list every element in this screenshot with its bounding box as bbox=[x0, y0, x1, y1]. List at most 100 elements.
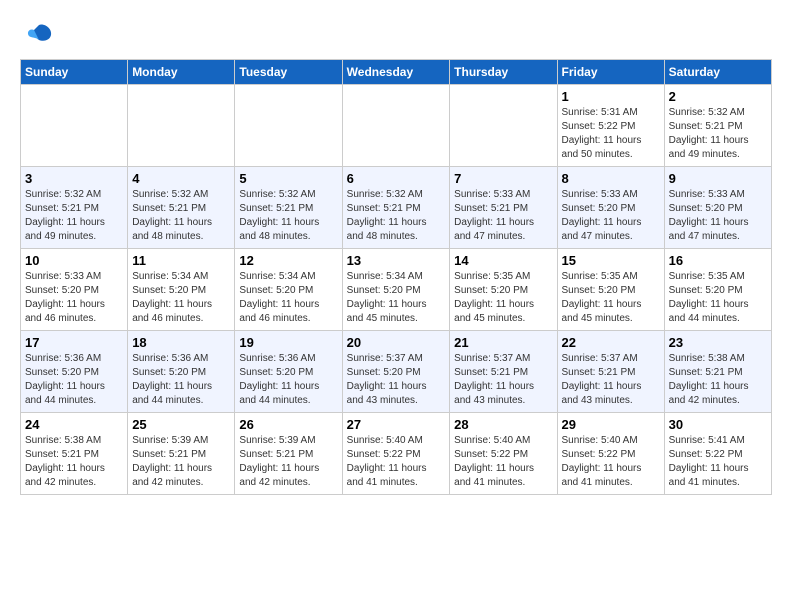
day-number: 21 bbox=[454, 335, 552, 350]
day-info: Sunrise: 5:35 AM Sunset: 5:20 PM Dayligh… bbox=[454, 270, 552, 326]
table-row: 8 Sunrise: 5:33 AM Sunset: 5:20 PM Daylig… bbox=[557, 167, 664, 249]
day-number: 2 bbox=[669, 89, 767, 104]
logo-line1 bbox=[20, 20, 54, 55]
table-row: 15 Sunrise: 5:35 AM Sunset: 5:20 PM Dayli… bbox=[557, 249, 664, 331]
table-row: 30 Sunrise: 5:41 AM Sunset: 5:22 PM Dayli… bbox=[664, 413, 771, 495]
table-row: 2 Sunrise: 5:32 AM Sunset: 5:21 PM Daylig… bbox=[664, 85, 771, 167]
day-number: 9 bbox=[669, 171, 767, 186]
table-row: 27 Sunrise: 5:40 AM Sunset: 5:22 PM Dayli… bbox=[342, 413, 450, 495]
table-row: 20 Sunrise: 5:37 AM Sunset: 5:20 PM Dayli… bbox=[342, 331, 450, 413]
table-row: 16 Sunrise: 5:35 AM Sunset: 5:20 PM Dayli… bbox=[664, 249, 771, 331]
day-info: Sunrise: 5:38 AM Sunset: 5:21 PM Dayligh… bbox=[669, 352, 767, 408]
day-info: Sunrise: 5:36 AM Sunset: 5:20 PM Dayligh… bbox=[25, 352, 123, 408]
day-info: Sunrise: 5:32 AM Sunset: 5:21 PM Dayligh… bbox=[132, 188, 230, 244]
table-row: 11 Sunrise: 5:34 AM Sunset: 5:20 PM Dayli… bbox=[128, 249, 235, 331]
day-number: 17 bbox=[25, 335, 123, 350]
day-info: Sunrise: 5:40 AM Sunset: 5:22 PM Dayligh… bbox=[347, 434, 446, 490]
day-info: Sunrise: 5:33 AM Sunset: 5:20 PM Dayligh… bbox=[25, 270, 123, 326]
day-info: Sunrise: 5:41 AM Sunset: 5:22 PM Dayligh… bbox=[669, 434, 767, 490]
table-row: 6 Sunrise: 5:32 AM Sunset: 5:21 PM Daylig… bbox=[342, 167, 450, 249]
table-row: 21 Sunrise: 5:37 AM Sunset: 5:21 PM Dayli… bbox=[450, 331, 557, 413]
weekday-header-row: SundayMondayTuesdayWednesdayThursdayFrid… bbox=[21, 60, 772, 85]
day-number: 27 bbox=[347, 417, 446, 432]
day-number: 14 bbox=[454, 253, 552, 268]
calendar-week-row: 1Sunrise: 5:31 AM Sunset: 5:22 PM Daylig… bbox=[21, 85, 772, 167]
calendar-week-row: 10 Sunrise: 5:33 AM Sunset: 5:20 PM Dayli… bbox=[21, 249, 772, 331]
day-info: Sunrise: 5:37 AM Sunset: 5:21 PM Dayligh… bbox=[454, 352, 552, 408]
calendar-week-row: 24 Sunrise: 5:38 AM Sunset: 5:21 PM Dayli… bbox=[21, 413, 772, 495]
calendar-table: SundayMondayTuesdayWednesdayThursdayFrid… bbox=[20, 59, 772, 495]
table-row: 3 Sunrise: 5:32 AM Sunset: 5:21 PM Daylig… bbox=[21, 167, 128, 249]
weekday-header-saturday: Saturday bbox=[664, 60, 771, 85]
day-info: Sunrise: 5:39 AM Sunset: 5:21 PM Dayligh… bbox=[239, 434, 337, 490]
day-number: 24 bbox=[25, 417, 123, 432]
day-info: Sunrise: 5:32 AM Sunset: 5:21 PM Dayligh… bbox=[239, 188, 337, 244]
day-info: Sunrise: 5:33 AM Sunset: 5:20 PM Dayligh… bbox=[669, 188, 767, 244]
day-number: 23 bbox=[669, 335, 767, 350]
weekday-header-friday: Friday bbox=[557, 60, 664, 85]
weekday-header-monday: Monday bbox=[128, 60, 235, 85]
day-number: 3 bbox=[25, 171, 123, 186]
day-number: 12 bbox=[239, 253, 337, 268]
day-info: Sunrise: 5:34 AM Sunset: 5:20 PM Dayligh… bbox=[347, 270, 446, 326]
table-row: 19Sunrise: 5:36 AM Sunset: 5:20 PM Dayli… bbox=[235, 331, 342, 413]
day-info: Sunrise: 5:39 AM Sunset: 5:21 PM Dayligh… bbox=[132, 434, 230, 490]
day-info: Sunrise: 5:33 AM Sunset: 5:21 PM Dayligh… bbox=[454, 188, 552, 244]
table-row: 28 Sunrise: 5:40 AM Sunset: 5:22 PM Dayli… bbox=[450, 413, 557, 495]
day-number: 10 bbox=[25, 253, 123, 268]
table-row: 29 Sunrise: 5:40 AM Sunset: 5:22 PM Dayli… bbox=[557, 413, 664, 495]
day-number: 11 bbox=[132, 253, 230, 268]
day-number: 7 bbox=[454, 171, 552, 186]
table-row: 18Sunrise: 5:36 AM Sunset: 5:20 PM Dayli… bbox=[128, 331, 235, 413]
calendar-week-row: 17 Sunrise: 5:36 AM Sunset: 5:20 PM Dayli… bbox=[21, 331, 772, 413]
day-info: Sunrise: 5:35 AM Sunset: 5:20 PM Dayligh… bbox=[562, 270, 660, 326]
day-info: Sunrise: 5:37 AM Sunset: 5:20 PM Dayligh… bbox=[347, 352, 446, 408]
day-number: 13 bbox=[347, 253, 446, 268]
table-row: 13 Sunrise: 5:34 AM Sunset: 5:20 PM Dayli… bbox=[342, 249, 450, 331]
day-info: Sunrise: 5:32 AM Sunset: 5:21 PM Dayligh… bbox=[347, 188, 446, 244]
table-row: 22 Sunrise: 5:37 AM Sunset: 5:21 PM Dayli… bbox=[557, 331, 664, 413]
weekday-header-wednesday: Wednesday bbox=[342, 60, 450, 85]
table-row: 4Sunrise: 5:32 AM Sunset: 5:21 PM Daylig… bbox=[128, 167, 235, 249]
table-row: 7 Sunrise: 5:33 AM Sunset: 5:21 PM Daylig… bbox=[450, 167, 557, 249]
day-number: 6 bbox=[347, 171, 446, 186]
day-info: Sunrise: 5:33 AM Sunset: 5:20 PM Dayligh… bbox=[562, 188, 660, 244]
day-info: Sunrise: 5:38 AM Sunset: 5:21 PM Dayligh… bbox=[25, 434, 123, 490]
table-row: 12 Sunrise: 5:34 AM Sunset: 5:20 PM Dayli… bbox=[235, 249, 342, 331]
header bbox=[20, 20, 772, 55]
logo-bird-icon bbox=[24, 20, 54, 50]
day-info: Sunrise: 5:36 AM Sunset: 5:20 PM Dayligh… bbox=[132, 352, 230, 408]
day-number: 8 bbox=[562, 171, 660, 186]
logo bbox=[20, 20, 54, 55]
day-info: Sunrise: 5:35 AM Sunset: 5:20 PM Dayligh… bbox=[669, 270, 767, 326]
day-info: Sunrise: 5:37 AM Sunset: 5:21 PM Dayligh… bbox=[562, 352, 660, 408]
day-info: Sunrise: 5:40 AM Sunset: 5:22 PM Dayligh… bbox=[454, 434, 552, 490]
table-row: 17 Sunrise: 5:36 AM Sunset: 5:20 PM Dayli… bbox=[21, 331, 128, 413]
weekday-header-thursday: Thursday bbox=[450, 60, 557, 85]
day-number: 25 bbox=[132, 417, 230, 432]
day-number: 16 bbox=[669, 253, 767, 268]
table-row: 1Sunrise: 5:31 AM Sunset: 5:22 PM Daylig… bbox=[557, 85, 664, 167]
day-info: Sunrise: 5:34 AM Sunset: 5:20 PM Dayligh… bbox=[132, 270, 230, 326]
day-info: Sunrise: 5:40 AM Sunset: 5:22 PM Dayligh… bbox=[562, 434, 660, 490]
day-number: 29 bbox=[562, 417, 660, 432]
day-number: 22 bbox=[562, 335, 660, 350]
day-info: Sunrise: 5:31 AM Sunset: 5:22 PM Dayligh… bbox=[562, 106, 660, 162]
table-row bbox=[450, 85, 557, 167]
day-number: 5 bbox=[239, 171, 337, 186]
day-number: 28 bbox=[454, 417, 552, 432]
table-row bbox=[128, 85, 235, 167]
weekday-header-tuesday: Tuesday bbox=[235, 60, 342, 85]
day-info: Sunrise: 5:32 AM Sunset: 5:21 PM Dayligh… bbox=[25, 188, 123, 244]
day-info: Sunrise: 5:34 AM Sunset: 5:20 PM Dayligh… bbox=[239, 270, 337, 326]
day-number: 30 bbox=[669, 417, 767, 432]
day-info: Sunrise: 5:32 AM Sunset: 5:21 PM Dayligh… bbox=[669, 106, 767, 162]
day-number: 15 bbox=[562, 253, 660, 268]
day-number: 20 bbox=[347, 335, 446, 350]
day-number: 19 bbox=[239, 335, 337, 350]
day-number: 26 bbox=[239, 417, 337, 432]
table-row: 9 Sunrise: 5:33 AM Sunset: 5:20 PM Daylig… bbox=[664, 167, 771, 249]
table-row: 14 Sunrise: 5:35 AM Sunset: 5:20 PM Dayli… bbox=[450, 249, 557, 331]
weekday-header-sunday: Sunday bbox=[21, 60, 128, 85]
table-row bbox=[21, 85, 128, 167]
